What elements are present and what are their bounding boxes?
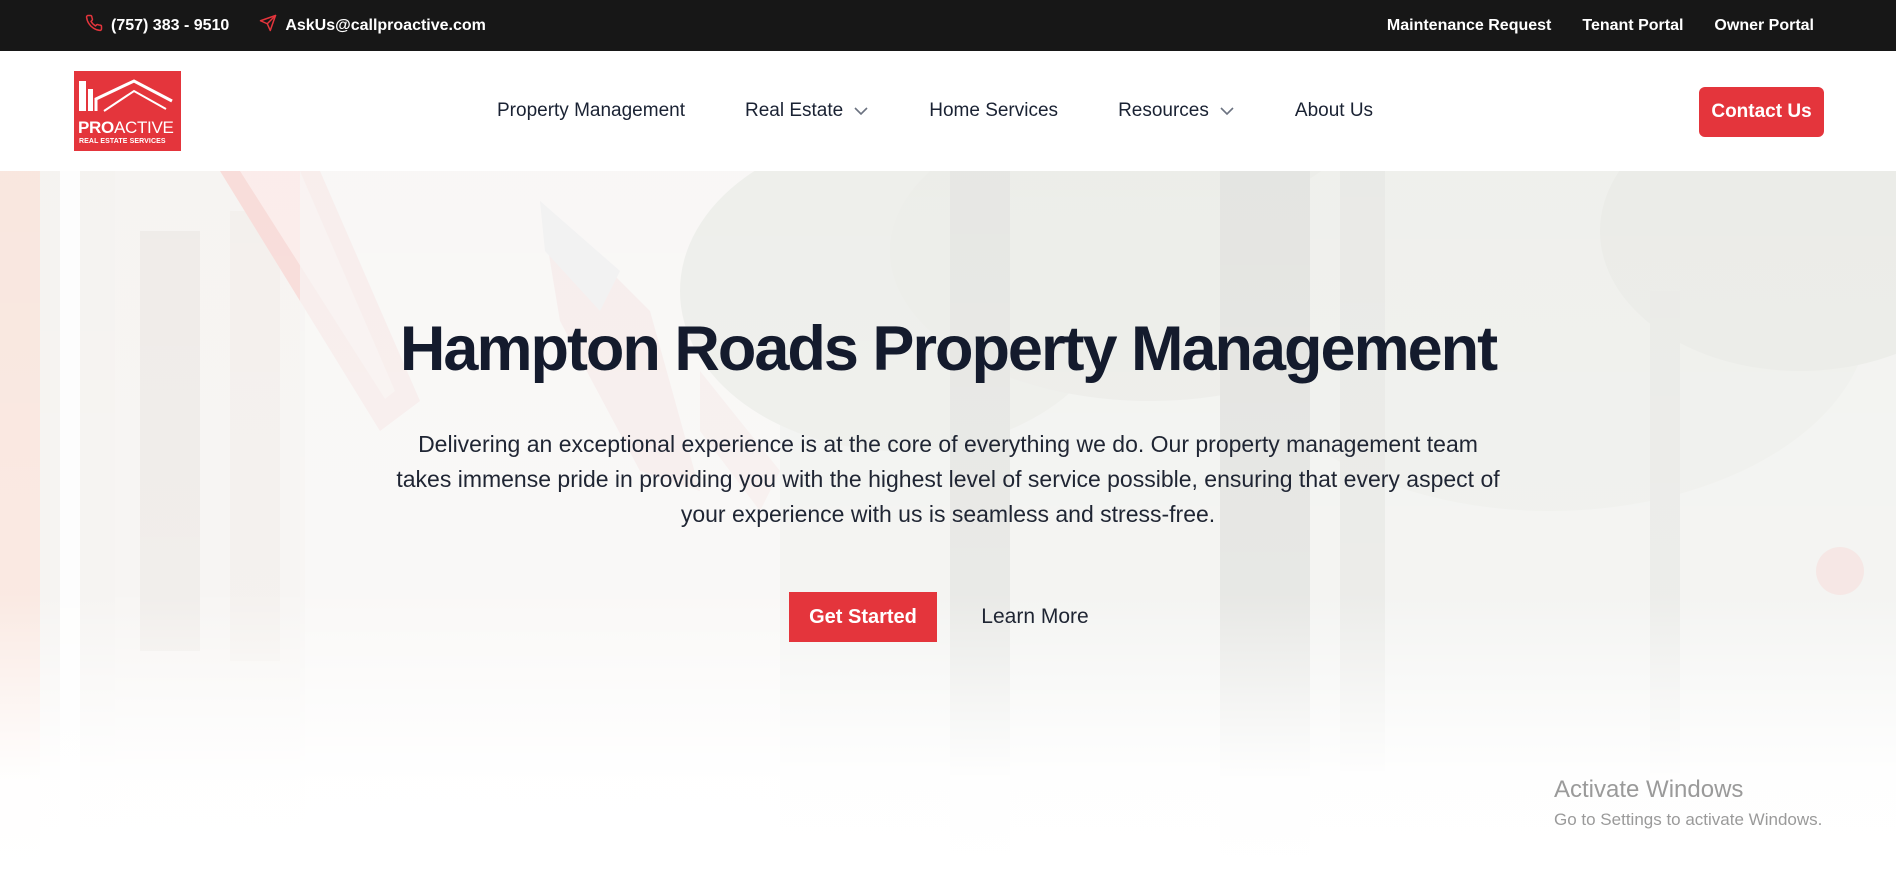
nav-label: Home Services [929, 100, 1059, 121]
owner-portal-link[interactable]: Owner Portal [1714, 17, 1814, 35]
nav-property-management[interactable]: Property Management [497, 100, 685, 122]
house-logo-icon [79, 79, 173, 112]
hero-subtitle: Delivering an exceptional experience is … [396, 431, 1500, 527]
chevron-down-icon [853, 100, 869, 122]
phone-icon [85, 14, 103, 37]
nav-resources[interactable]: Resources [1118, 100, 1235, 122]
main-header: PROACTIVE REAL ESTATE SERVICES Property … [0, 51, 1896, 171]
email-link[interactable]: AskUs@callproactive.com [259, 14, 486, 37]
watermark-subtitle: Go to Settings to activate Windows. [1554, 810, 1823, 829]
proactive-logo[interactable]: PROACTIVE REAL ESTATE SERVICES [74, 71, 181, 151]
logo-tagline: REAL ESTATE SERVICES [79, 138, 166, 145]
tenant-portal-link[interactable]: Tenant Portal [1582, 17, 1683, 35]
top-bar: (757) 383 - 9510 AskUs@callproactive.com… [0, 0, 1896, 51]
contact-info: (757) 383 - 9510 AskUs@callproactive.com [85, 0, 486, 51]
windows-activation-watermark: Activate Windows Go to Settings to activ… [1554, 776, 1822, 830]
get-started-button[interactable]: Get Started [789, 592, 937, 642]
contact-us-button[interactable]: Contact Us [1699, 87, 1824, 137]
maintenance-request-link[interactable]: Maintenance Request [1387, 17, 1551, 35]
nav-label: Resources [1118, 100, 1209, 121]
nav-real-estate[interactable]: Real Estate [745, 100, 869, 122]
nav-about-us[interactable]: About Us [1295, 100, 1373, 122]
phone-number: (757) 383 - 9510 [111, 16, 230, 34]
email-address: AskUs@callproactive.com [285, 16, 486, 34]
nav-label: Property Management [497, 100, 685, 121]
paper-plane-icon [259, 14, 277, 37]
watermark-title: Activate Windows [1554, 776, 1744, 803]
nav-label: About Us [1294, 100, 1374, 121]
nav-home-services[interactable]: Home Services [929, 100, 1058, 122]
learn-more-button[interactable]: Learn More [970, 592, 1100, 642]
phone-link[interactable]: (757) 383 - 9510 [85, 14, 229, 37]
chevron-down-icon [1219, 100, 1235, 122]
hero-section: Hampton Roads Property Management Delive… [0, 171, 1896, 878]
hero-title: Hampton Roads Property Management [399, 314, 1498, 384]
main-nav: Property Management Real Estate Home Ser… [497, 51, 1373, 171]
logo-wordmark: PROACTIVE [78, 118, 174, 137]
portal-links: Maintenance Request Tenant Portal Owner … [1387, 0, 1814, 51]
nav-label: Real Estate [745, 100, 844, 121]
